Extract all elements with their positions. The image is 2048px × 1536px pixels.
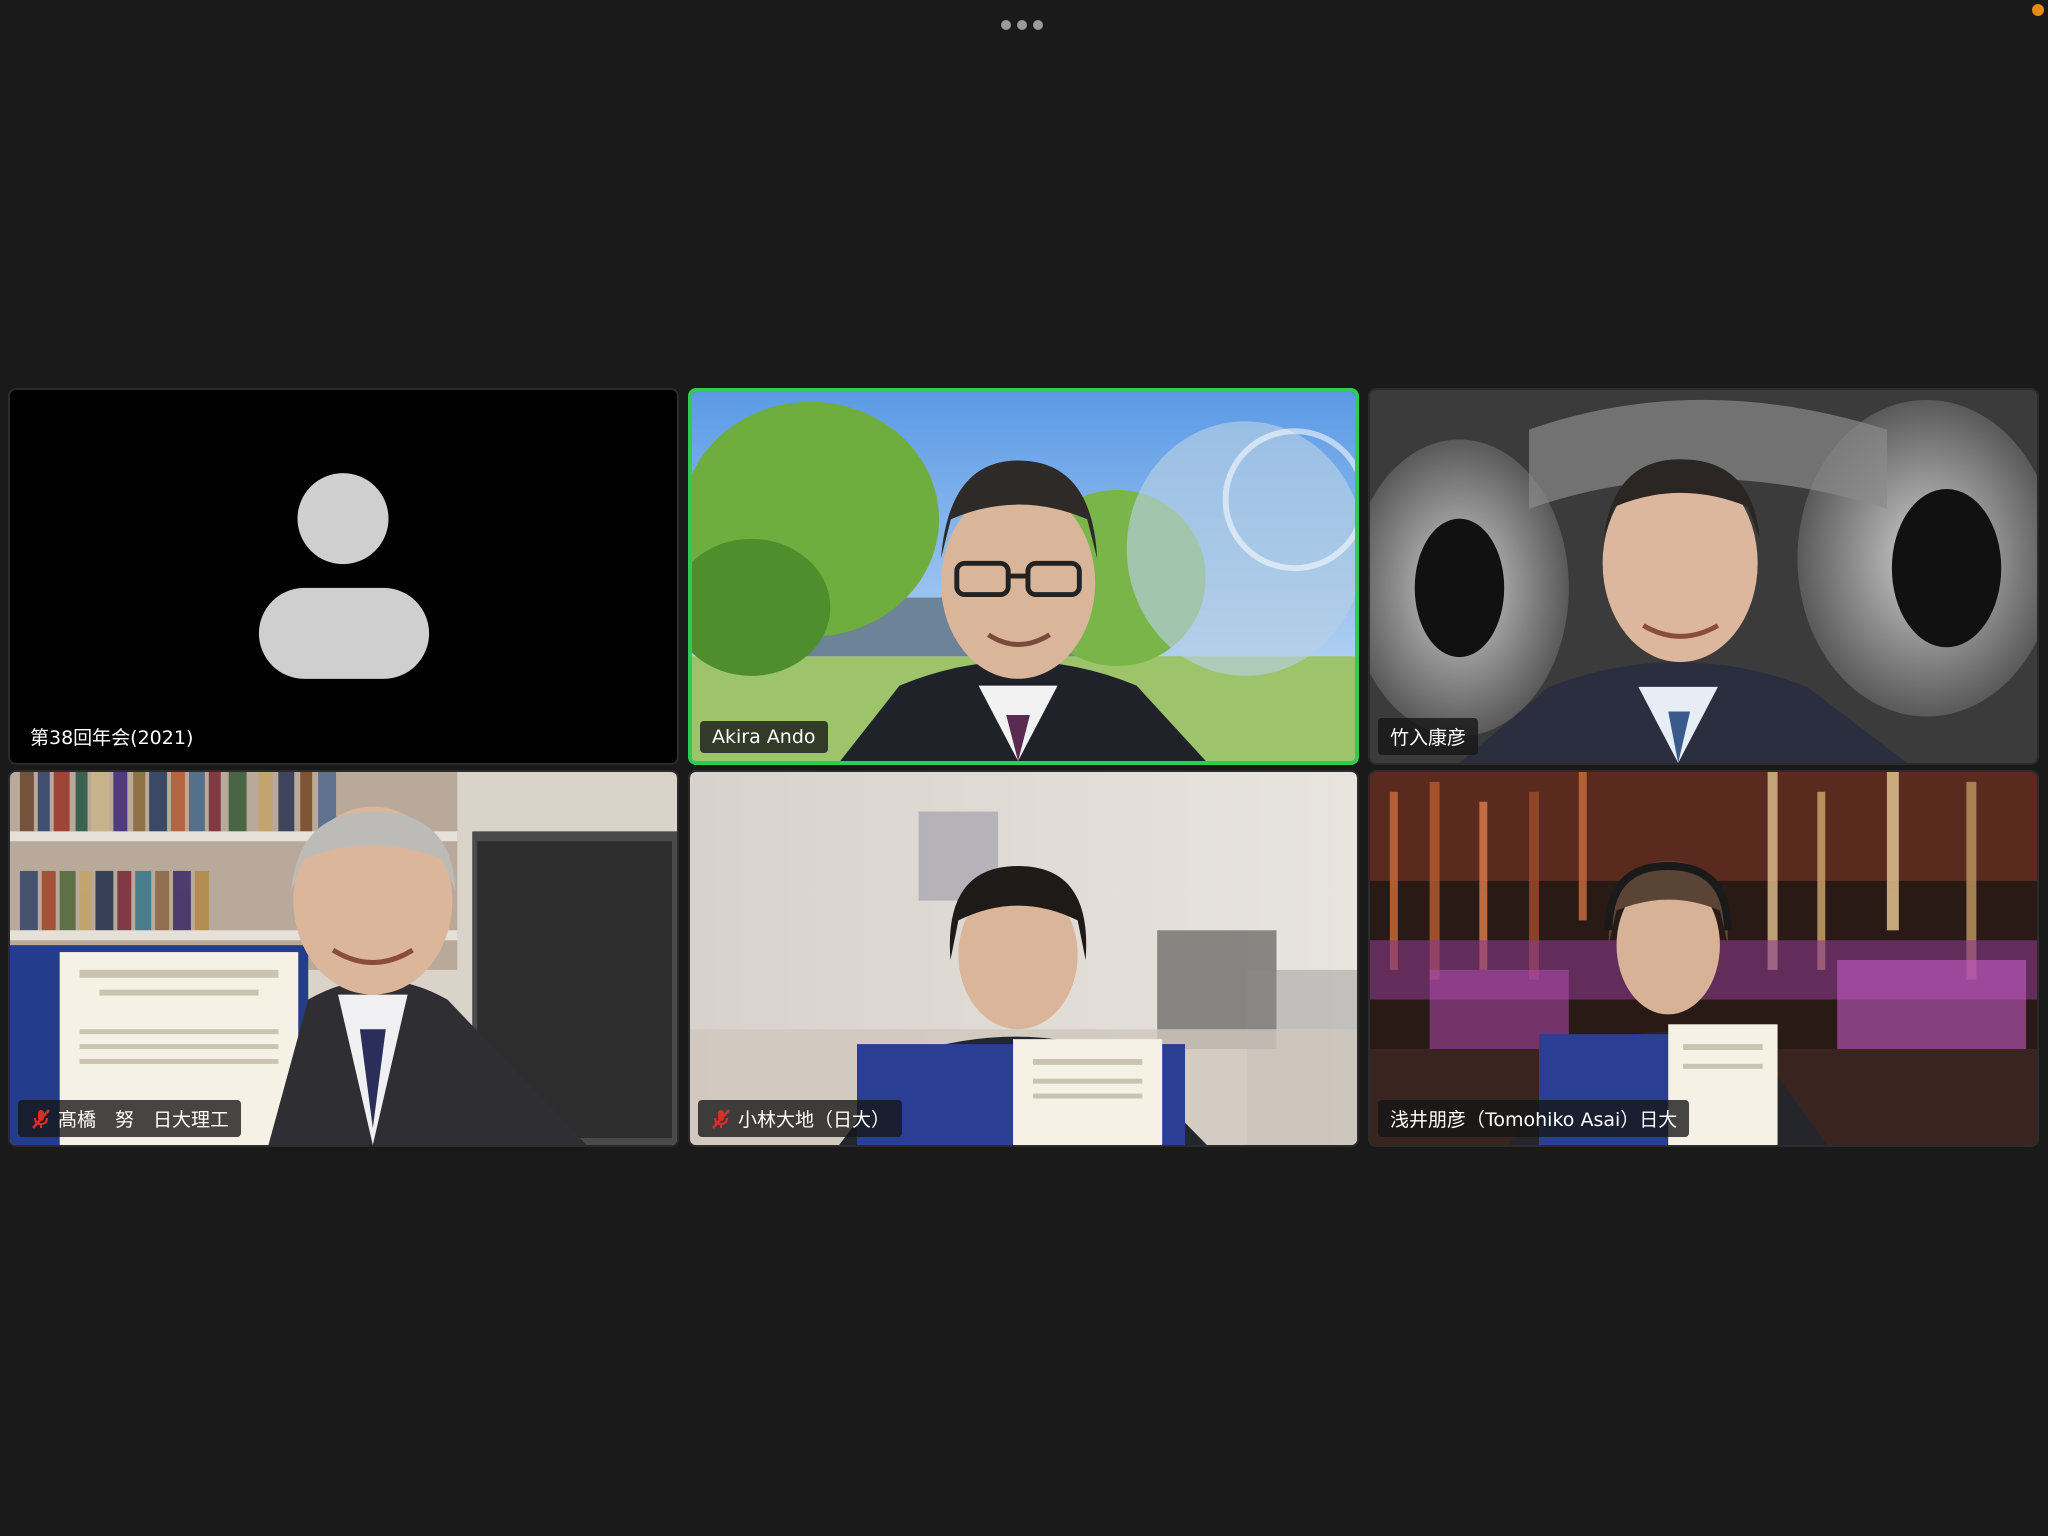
mic-muted-icon — [712, 1108, 730, 1129]
participant-name-tag: 浅井朋彦（Tomohiko Asai）日大 — [1378, 1100, 1690, 1137]
more-options-button[interactable] — [994, 14, 1050, 36]
video-feed — [690, 772, 1357, 1145]
participant-name-tag: 髙橋 努 日大理工 — [18, 1100, 242, 1137]
more-dot — [1033, 20, 1043, 30]
participant-name: 髙橋 努 日大理工 — [58, 1109, 230, 1131]
participant-name: 小林大地（日大） — [738, 1109, 891, 1131]
more-dot — [1001, 20, 1011, 30]
participant-tile[interactable]: 第38回年会(2021) — [8, 388, 679, 765]
video-feed — [692, 392, 1355, 761]
recording-indicator — [2032, 4, 2044, 16]
participant-name: 浅井朋彦（Tomohiko Asai）日大 — [1390, 1109, 1678, 1131]
participant-tile[interactable]: 小林大地（日大） — [688, 770, 1359, 1147]
participant-tile[interactable]: 浅井朋彦（Tomohiko Asai）日大 — [1368, 770, 2039, 1147]
participant-tile-active[interactable]: Akira Ando — [688, 388, 1359, 765]
avatar-placeholder-icon — [258, 473, 430, 679]
video-feed — [10, 772, 677, 1145]
video-feed — [1370, 390, 2037, 763]
more-dot — [1017, 20, 1027, 30]
participant-name-tag: 第38回年会(2021) — [18, 718, 205, 755]
participant-name: 竹入康彦 — [1390, 727, 1467, 749]
participant-name: Akira Ando — [712, 726, 816, 748]
participant-name: 第38回年会(2021) — [30, 727, 194, 749]
participant-name-tag: Akira Ando — [700, 721, 828, 753]
participant-tile[interactable]: 髙橋 努 日大理工 — [8, 770, 679, 1147]
participant-name-tag: 小林大地（日大） — [698, 1100, 903, 1137]
participant-tile[interactable]: 竹入康彦 — [1368, 388, 2039, 765]
video-feed — [1370, 772, 2037, 1145]
participant-name-tag: 竹入康彦 — [1378, 718, 1479, 755]
mic-muted-icon — [32, 1108, 50, 1129]
